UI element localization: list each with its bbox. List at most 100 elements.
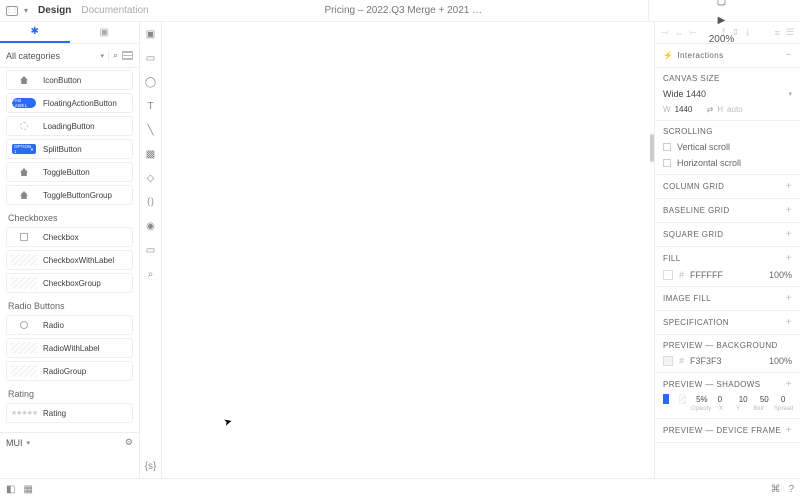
shadow-swatch[interactable] (679, 394, 686, 404)
variable-tool-icon[interactable]: {s} (145, 460, 157, 472)
component-name: SplitButton (43, 145, 82, 154)
canvas-preset[interactable]: Wide 1440 (663, 89, 782, 99)
align-left-icon[interactable]: ⤙ (661, 27, 668, 38)
ellipse-tool-icon[interactable]: ◯ (145, 76, 157, 88)
align-right-icon[interactable]: ⤚ (689, 27, 696, 38)
tab-design[interactable]: Design (38, 5, 71, 16)
component-item[interactable]: IconButton (6, 70, 133, 90)
add-icon[interactable]: + (786, 293, 792, 304)
align-center-icon[interactable]: ⇔ (674, 28, 683, 38)
component-item[interactable]: ★★★★★Rating (6, 403, 133, 423)
component-item[interactable]: ToggleButton (6, 162, 133, 182)
topbar: ⋮⋮ ▾ Design Documentation Pricing – 2022… (0, 0, 800, 22)
fill-opacity[interactable]: 100% (769, 270, 792, 280)
component-item[interactable]: ToggleButtonGroup (6, 185, 133, 205)
horizontal-scroll-checkbox[interactable] (663, 159, 671, 167)
preview-device-section: PREVIEW — DEVICE FRAME+ (655, 419, 800, 443)
gear-icon[interactable]: ⚙ (30, 437, 133, 448)
add-icon[interactable]: + (786, 205, 792, 216)
image-tool-icon[interactable]: ▩ (145, 148, 157, 160)
shadow-blur[interactable]: 50 (760, 395, 771, 404)
text-tool-icon[interactable]: T (145, 100, 157, 112)
layers-view-icon[interactable]: ◧ (6, 484, 15, 495)
list-view-icon[interactable] (122, 51, 133, 60)
line-tool-icon[interactable]: ╲ (145, 124, 157, 136)
hotspot-tool-icon[interactable]: ◉ (145, 220, 157, 232)
section-title: Interactions (677, 51, 723, 60)
horizontal-scroll-label: Horizontal scroll (677, 158, 741, 168)
layers-tab[interactable]: ▣ (70, 22, 140, 43)
component-item[interactable]: LoadingButton (6, 116, 133, 136)
shadow-y[interactable]: 10 (739, 395, 750, 404)
terminal-icon[interactable]: ⌘ (770, 484, 780, 495)
swap-icon[interactable]: ⇄ (707, 105, 714, 114)
left-panel: ✱ ▣ All categories ▾ ⌕ IconButton FAB LAB… (0, 22, 140, 478)
component-name: ToggleButtonGroup (43, 191, 112, 200)
grid-view-icon[interactable]: ▦ (23, 484, 32, 495)
component-item[interactable]: CheckboxWithLabel (6, 250, 133, 270)
shadow-enabled[interactable] (663, 394, 669, 404)
comment-tool-icon[interactable]: ▭ (145, 244, 157, 256)
chevron-down-icon[interactable]: ▾ (100, 52, 104, 60)
shadow-x[interactable]: 0 (718, 395, 729, 404)
distribute-h-icon[interactable]: ≡ (775, 28, 780, 38)
shadow-opacity[interactable]: 5% (696, 395, 708, 404)
distribute-v-icon[interactable]: ☰ (786, 27, 794, 38)
preview-bg-hex[interactable]: F3F3F3 (690, 356, 722, 366)
component-tool-icon[interactable]: ◇ (145, 172, 157, 184)
component-item[interactable]: Radio (6, 315, 133, 335)
library-select[interactable]: MUI (6, 438, 23, 448)
help-icon[interactable]: ? (788, 484, 794, 495)
add-icon[interactable]: + (786, 181, 792, 192)
component-item[interactable]: RadioWithLabel (6, 338, 133, 358)
frame-tool-icon[interactable]: ▣ (145, 28, 157, 40)
section-title: IMAGE FILL (663, 294, 711, 303)
bolt-icon: ⚡ (663, 51, 673, 60)
l-x: X (719, 406, 726, 412)
menu-icon[interactable]: ⋮⋮ (6, 6, 18, 16)
fill-swatch[interactable] (663, 270, 673, 280)
component-item[interactable]: CheckboxGroup (6, 273, 133, 293)
add-icon[interactable]: + (786, 229, 792, 240)
vertical-scroll-checkbox[interactable] (663, 143, 671, 151)
align-top-icon[interactable]: ⤒ (722, 27, 726, 38)
add-icon[interactable]: + (786, 317, 792, 328)
search-icon[interactable]: ⌕ (113, 50, 118, 61)
category-select[interactable]: All categories (6, 51, 96, 61)
code-tool-icon[interactable]: ⟨⟩ (145, 196, 157, 208)
component-item[interactable]: OPTION 1SplitButton (6, 139, 133, 159)
components-tab[interactable]: ✱ (0, 22, 70, 43)
component-thumb: ★★★★★ (11, 407, 37, 419)
preview-bg-swatch[interactable] (663, 356, 673, 366)
search-tool-icon[interactable]: ⌕ (145, 268, 157, 280)
width-input[interactable]: 1440 (675, 105, 703, 114)
l-y: Y (736, 406, 743, 412)
section-title: SCROLLING (663, 127, 713, 136)
component-name: Radio (43, 321, 64, 330)
fill-hex[interactable]: FFFFFF (690, 270, 723, 280)
add-icon[interactable]: + (786, 253, 792, 264)
components-pane: IconButton FAB LABELFloatingActionButton L… (0, 68, 139, 432)
component-name: ToggleButton (43, 168, 90, 177)
add-icon[interactable]: − (786, 50, 792, 61)
component-thumb (11, 189, 37, 201)
tab-documentation[interactable]: Documentation (81, 5, 148, 16)
component-item[interactable]: Checkbox (6, 227, 133, 247)
align-bottom-icon[interactable]: ⤓ (745, 27, 749, 38)
section-title: BASELINE GRID (663, 206, 730, 215)
chevron-down-icon[interactable]: ▾ (788, 90, 792, 98)
preview-bg-opacity[interactable]: 100% (769, 356, 792, 366)
shadow-spread[interactable]: 0 (781, 395, 792, 404)
rectangle-tool-icon[interactable]: ▭ (145, 52, 157, 64)
canvas[interactable]: ➤ (162, 22, 654, 478)
height-input[interactable]: auto (727, 105, 755, 114)
device-icon[interactable]: ▢ (717, 0, 726, 7)
component-item[interactable]: FAB LABELFloatingActionButton (6, 93, 133, 113)
scrollbar[interactable] (650, 134, 654, 162)
chevron-down-icon[interactable]: ▾ (24, 6, 28, 15)
component-item[interactable]: RadioGroup (6, 361, 133, 381)
align-middle-icon[interactable]: ⇕ (732, 27, 740, 38)
tool-rail: ▣ ▭ ◯ T ╲ ▩ ◇ ⟨⟩ ◉ ▭ ⌕ {s} (140, 22, 162, 478)
add-icon[interactable]: + (786, 425, 792, 436)
add-icon[interactable]: + (786, 379, 792, 390)
